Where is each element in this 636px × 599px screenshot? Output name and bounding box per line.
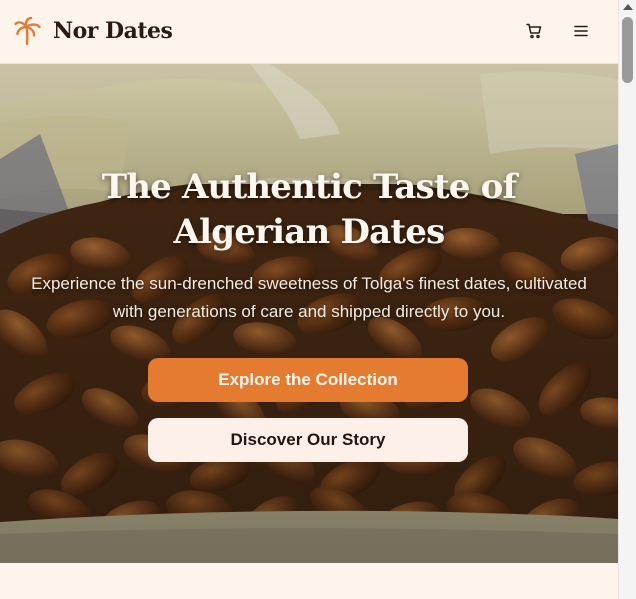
site-header: Nor Dates <box>0 0 618 64</box>
explore-collection-button[interactable]: Explore the Collection <box>148 358 468 402</box>
page: Nor Dates The Authentic Taste of Algeria… <box>0 0 618 599</box>
vertical-scrollbar[interactable] <box>618 0 636 599</box>
hero-title: The Authentic Taste of Algerian Dates <box>101 167 517 252</box>
hero-section: The Authentic Taste of Algerian Dates Ex… <box>0 64 618 563</box>
discover-story-button[interactable]: Discover Our Story <box>148 418 468 462</box>
brand[interactable]: Nor Dates <box>14 16 173 46</box>
palm-tree-icon <box>14 16 44 46</box>
shopping-cart-icon[interactable] <box>524 21 544 41</box>
scroll-up-arrow-icon[interactable] <box>623 4 633 10</box>
hero-subtitle: Experience the sun-drenched sweetness of… <box>31 274 587 321</box>
brand-name: Nor Dates <box>53 18 173 44</box>
scrollbar-thumb[interactable] <box>622 17 633 83</box>
hamburger-menu-icon[interactable] <box>571 21 591 41</box>
